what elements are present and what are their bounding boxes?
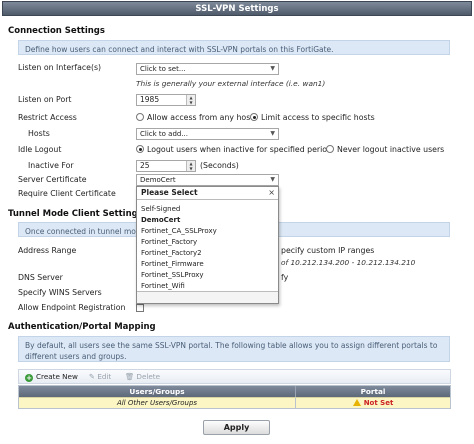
client-certificate-label: Require Client Certificate [18, 189, 116, 198]
column-header-portal[interactable]: Portal [295, 386, 450, 397]
server-certificate-label: Server Certificate [18, 175, 87, 184]
edit-button[interactable]: ✎ Edit [89, 370, 111, 383]
trash-icon: 🗑 [125, 372, 135, 381]
listen-port-label: Listen on Port [18, 95, 72, 104]
warning-icon [352, 399, 361, 406]
dropdown-item[interactable]: DemoCert [137, 215, 278, 226]
auth-info-text: By default, all users see the same SSL-V… [25, 341, 438, 361]
hosts-value: Click to add... [140, 130, 189, 138]
delete-button[interactable]: 🗑 Delete [125, 370, 160, 383]
address-range-label: Address Range [18, 246, 77, 255]
server-certificate-value: DemoCert [140, 176, 176, 184]
hosts-select[interactable]: Click to add... ▼ [136, 128, 279, 140]
row-portal-value: Not Set [363, 399, 394, 407]
auth-mapping-title: Authentication/Portal Mapping [8, 322, 156, 332]
endpoint-registration-label: Allow Endpoint Registration [18, 303, 126, 312]
dropdown-header: Please Select × [137, 187, 278, 200]
idle-never-option-label: Never logout inactive users [337, 145, 445, 154]
restrict-access-label: Restrict Access [18, 113, 77, 122]
dropdown-item[interactable]: Fortinet_Factory [137, 237, 278, 248]
hosts-label: Hosts [28, 129, 50, 138]
idle-logout-label: Idle Logout [18, 145, 62, 154]
inactive-for-input[interactable]: 25 ▲ ▼ [136, 160, 196, 172]
dropdown-item[interactable]: Fortinet_Firmware [137, 259, 278, 270]
edit-icon: ✎ [89, 372, 96, 381]
chevron-down-icon: ▼ [270, 65, 275, 72]
edit-label: Edit [97, 372, 112, 381]
tunnel-settings-title: Tunnel Mode Client Settings [8, 209, 143, 219]
row-portal: Not Set [295, 398, 450, 408]
port-stepper-icon[interactable]: ▲ ▼ [186, 95, 195, 105]
restrict-specific-radio[interactable] [250, 113, 258, 121]
inactive-unit: (Seconds) [200, 161, 239, 170]
listen-port-input[interactable]: 1985 ▲ ▼ [136, 94, 196, 106]
dropdown-footer [137, 291, 278, 303]
endpoint-registration-checkbox[interactable] [136, 304, 144, 312]
chevron-down-icon: ▼ [270, 130, 275, 137]
dropdown-item[interactable]: Fortinet_CA_SSLProxy [137, 226, 278, 237]
dropdown-item[interactable]: Self-Signed [137, 204, 278, 215]
tunnel-info-text: Once connected in tunnel mod [25, 227, 141, 236]
window-title: SSL-VPN Settings [195, 4, 279, 14]
create-new-label: Create New [36, 372, 78, 381]
server-certificate-select[interactable]: DemoCert ▼ [136, 174, 279, 186]
auth-info-box: By default, all users see the same SSL-V… [18, 336, 450, 362]
apply-button[interactable]: Apply [203, 420, 270, 435]
listen-interface-label: Listen on Interface(s) [18, 63, 102, 72]
listen-interface-select[interactable]: Click to set... ▼ [136, 63, 279, 75]
idle-logout-option-label: Logout users when inactive for specified… [147, 145, 332, 154]
dropdown-item[interactable]: Fortinet_Factory2 [137, 248, 278, 259]
table-row[interactable]: All Other Users/Groups Not Set [19, 397, 450, 408]
inactive-stepper-icon[interactable]: ▲ ▼ [186, 161, 195, 171]
dns-server-label: DNS Server [18, 273, 63, 282]
close-icon[interactable]: × [268, 187, 275, 199]
window-title-bar: SSL-VPN Settings [2, 1, 472, 16]
connection-settings-title: Connection Settings [8, 26, 105, 36]
connection-info-box: Define how users can connect and interac… [18, 40, 450, 55]
idle-never-radio[interactable] [326, 145, 334, 153]
wins-servers-label: Specify WINS Servers [18, 288, 102, 297]
inactive-for-value: 25 [140, 161, 150, 170]
table-header: Users/Groups Portal [19, 386, 450, 397]
idle-logout-radio[interactable] [136, 145, 144, 153]
listen-interface-hint: This is generally your external interfac… [136, 79, 326, 88]
apply-label: Apply [223, 423, 250, 432]
column-header-users[interactable]: Users/Groups [19, 386, 295, 397]
chevron-down-icon: ▼ [270, 176, 275, 183]
restrict-specific-label: Limit access to specific hosts [261, 113, 375, 122]
row-users: All Other Users/Groups [116, 399, 198, 407]
dropdown-item[interactable]: Fortinet_SSLProxy [137, 270, 278, 281]
connection-info-text: Define how users can connect and interac… [25, 45, 334, 54]
dns-specify-label: fy [281, 273, 289, 282]
client-certificate-dropdown[interactable]: Please Select × Self-Signed DemoCert For… [136, 186, 279, 304]
listen-interface-value: Click to set... [140, 65, 186, 73]
restrict-any-label: Allow access from any host [147, 113, 254, 122]
portal-mapping-table: Users/Groups Portal All Other Users/Grou… [18, 385, 451, 409]
inactive-for-label: Inactive For [28, 161, 74, 170]
address-range-hint: of 10.212.134.200 - 10.212.134.210 [281, 258, 416, 267]
plus-icon: + [25, 374, 33, 382]
address-range-custom-label: pecify custom IP ranges [281, 246, 375, 255]
dropdown-header-label: Please Select [141, 188, 198, 197]
delete-label: Delete [136, 372, 161, 381]
mapping-toolbar: + Create New ✎ Edit 🗑 Delete [18, 369, 451, 384]
listen-port-value: 1985 [140, 95, 160, 104]
create-new-button[interactable]: + Create New [25, 370, 78, 383]
restrict-any-radio[interactable] [136, 113, 144, 121]
